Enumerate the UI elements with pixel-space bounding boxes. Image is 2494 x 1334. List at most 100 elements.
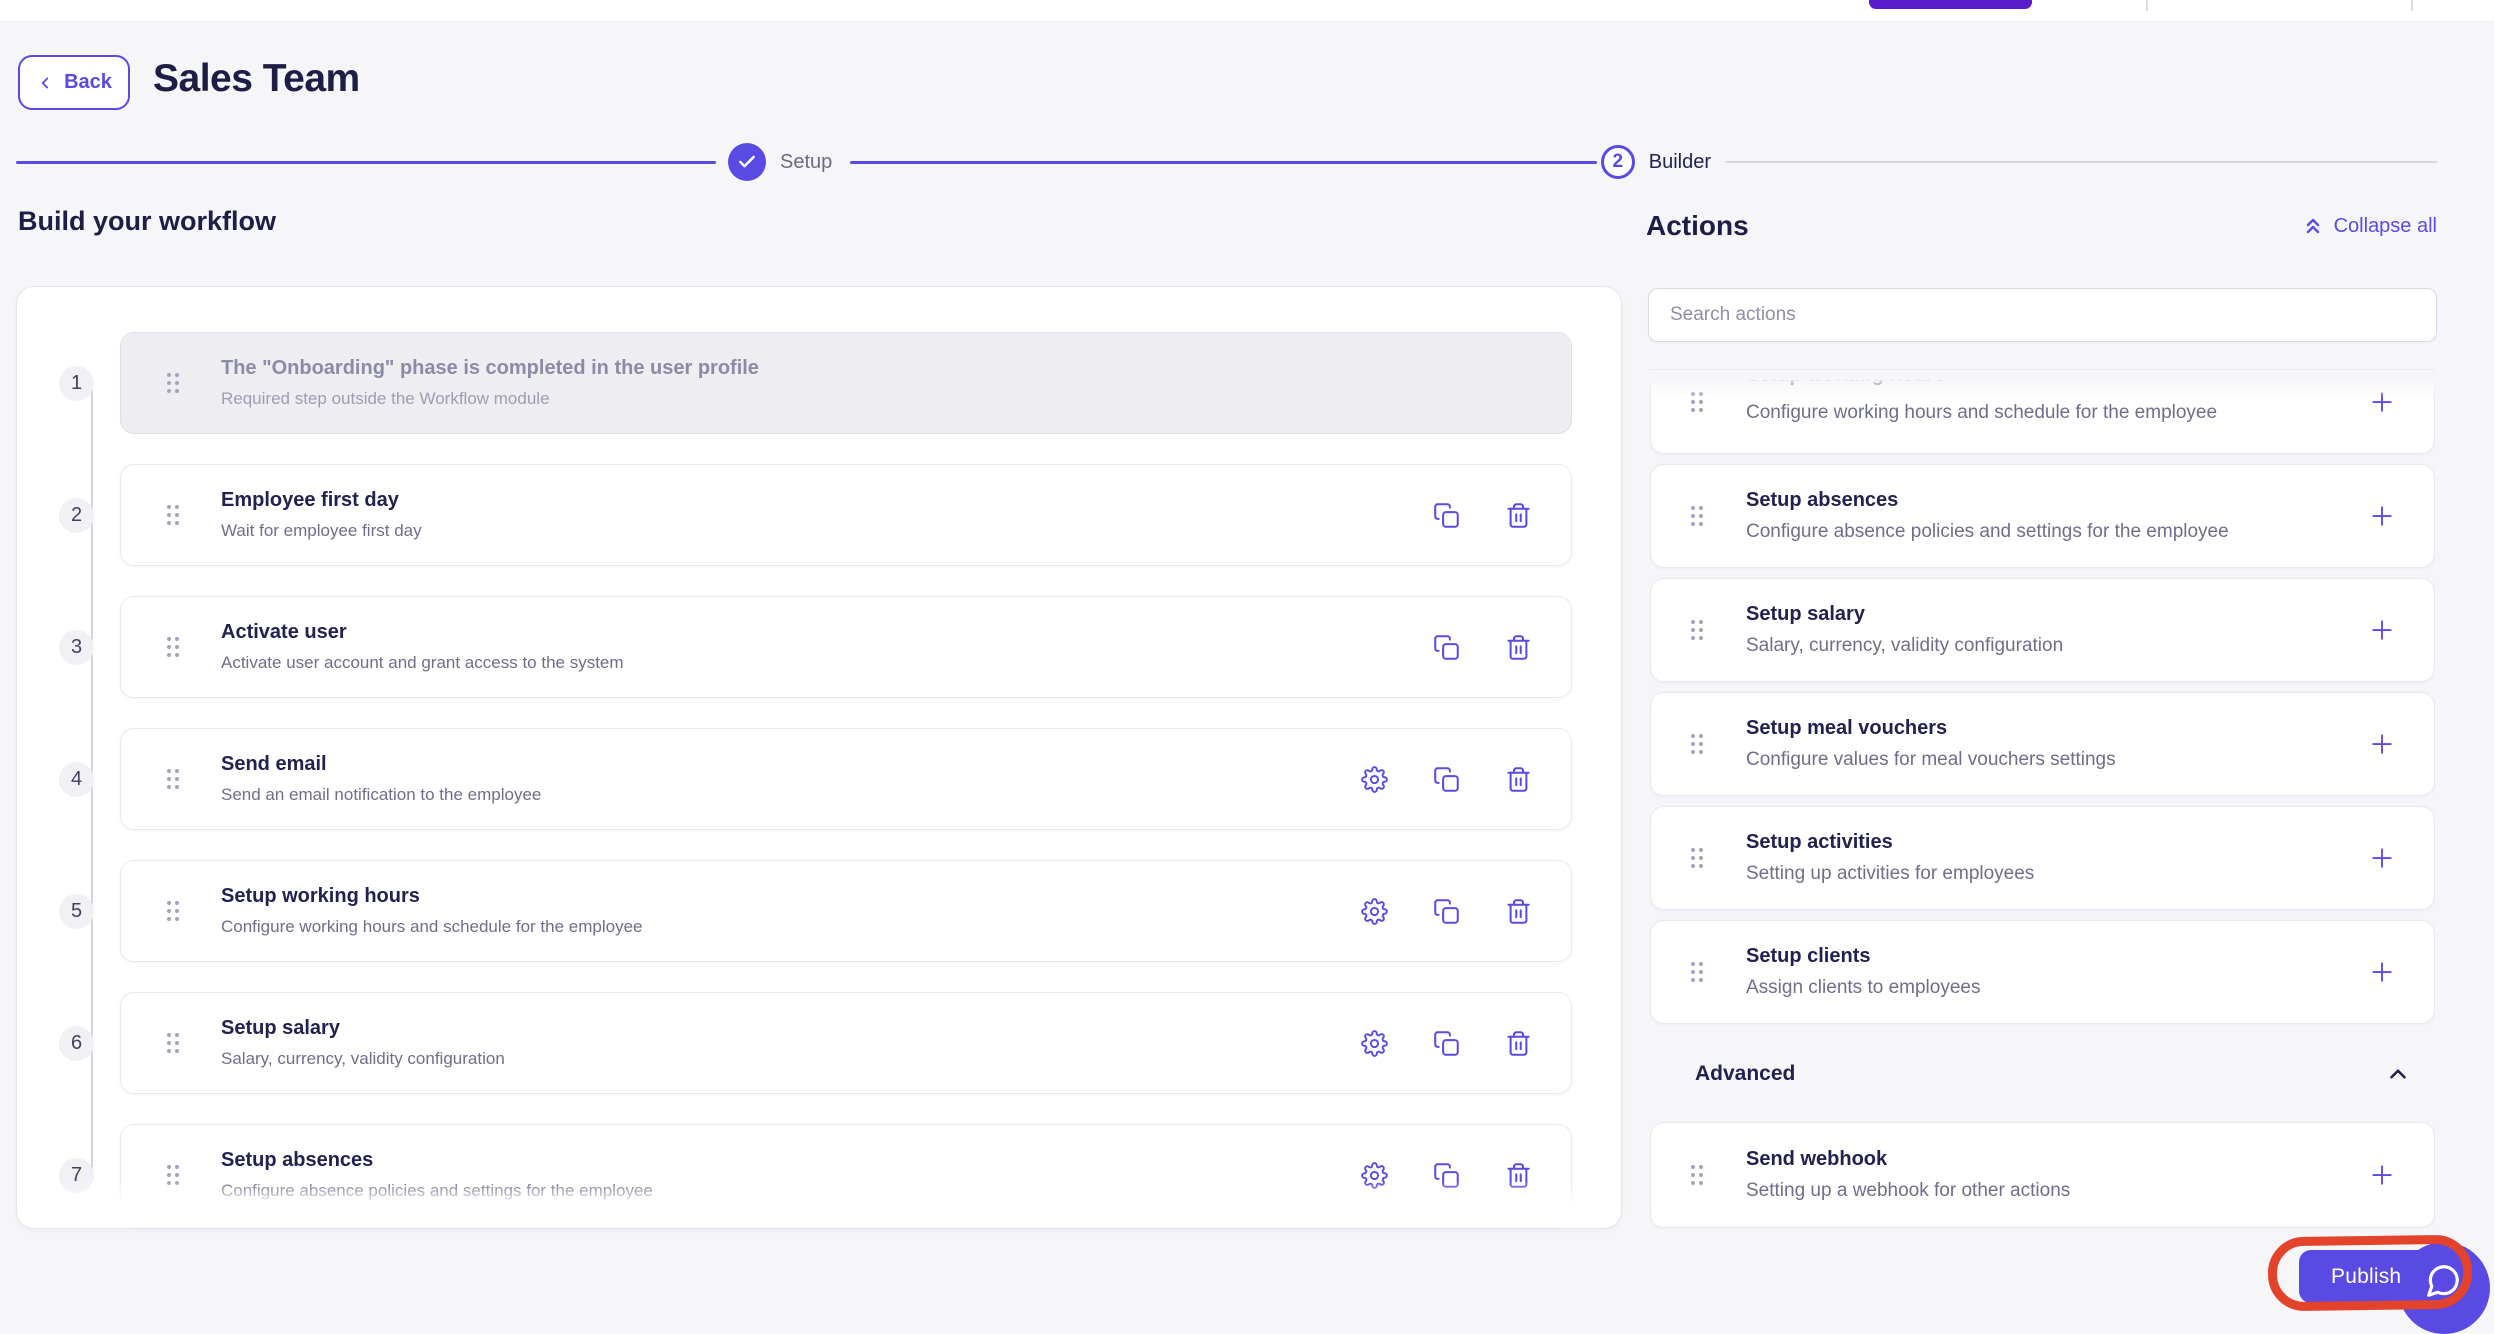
step-builder-circle[interactable]: 2 [1600, 145, 1635, 179]
step-number: 7 [59, 1157, 94, 1193]
plus-icon [2367, 1160, 2397, 1190]
action-description: Configure values for meal vouchers setti… [1746, 749, 2116, 770]
add-action-button[interactable] [2366, 842, 2398, 874]
workflow-card-setup-salary[interactable]: Setup salary Salary, currency, validity … [120, 992, 1572, 1094]
step-title: Setup salary [221, 1017, 340, 1039]
action-title: Send webhook [1746, 1148, 1888, 1170]
copy-icon [1433, 766, 1460, 793]
drag-handle-icon [167, 373, 179, 393]
add-action-button[interactable] [2366, 728, 2398, 760]
workflow-step-row: 3 Activate user Activate user account an… [59, 596, 1572, 698]
configure-step-button[interactable] [1360, 897, 1388, 925]
browser-top-strip [0, 0, 2494, 22]
step-setup-check-circle[interactable] [728, 143, 766, 181]
page-title: Sales Team [153, 57, 360, 100]
message-bubble-icon[interactable] [2424, 1262, 2462, 1300]
step-description: Required step outside the Workflow modul… [221, 389, 550, 408]
delete-step-button[interactable] [1504, 633, 1532, 661]
drag-handle-icon[interactable] [167, 1033, 179, 1053]
action-card-setup-meal-vouchers[interactable]: Setup meal vouchers Configure values for… [1650, 692, 2435, 796]
copy-icon [1433, 898, 1460, 925]
plus-icon [2367, 729, 2397, 759]
copy-icon [1433, 1030, 1460, 1057]
drag-handle-icon[interactable] [167, 1165, 179, 1185]
drag-handle-icon[interactable] [1691, 506, 1703, 526]
chevron-left-icon [36, 74, 54, 92]
drag-handle-icon[interactable] [1691, 962, 1703, 982]
duplicate-step-button[interactable] [1432, 765, 1460, 793]
duplicate-step-button[interactable] [1432, 1029, 1460, 1057]
action-title: Setup working hours [1746, 380, 2217, 387]
duplicate-step-button[interactable] [1432, 897, 1460, 925]
drag-handle-icon[interactable] [1691, 734, 1703, 754]
configure-step-button[interactable] [1360, 1161, 1388, 1189]
workflow-card-employee-first-day[interactable]: Employee first day Wait for employee fir… [120, 464, 1572, 566]
step-description: Wait for employee first day [221, 521, 422, 540]
drag-handle-icon[interactable] [167, 901, 179, 921]
duplicate-step-button[interactable] [1432, 1161, 1460, 1189]
advanced-section-header[interactable]: Advanced [1650, 1052, 2435, 1096]
collapse-all-button[interactable]: Collapse all [2301, 214, 2437, 238]
delete-step-button[interactable] [1504, 1161, 1532, 1189]
drag-handle-icon[interactable] [167, 505, 179, 525]
chevron-up-icon[interactable] [2385, 1061, 2411, 1087]
tab-separator [2146, 0, 2148, 11]
plus-icon [2367, 387, 2397, 417]
drag-handle-icon[interactable] [167, 637, 179, 657]
delete-step-button[interactable] [1504, 897, 1532, 925]
action-description: Salary, currency, validity configuration [1746, 635, 2064, 656]
action-card-send-webhook[interactable]: Send webhook Setting up a webhook for ot… [1650, 1122, 2435, 1228]
delete-step-button[interactable] [1504, 501, 1532, 529]
tab-separator [2411, 0, 2413, 11]
configure-step-button[interactable] [1360, 765, 1388, 793]
trash-icon [1505, 898, 1532, 925]
copy-icon [1433, 1162, 1460, 1189]
back-button[interactable]: Back [18, 55, 130, 110]
action-description: Configure working hours and schedule for… [1746, 402, 2218, 423]
actions-heading: Actions [1646, 210, 1749, 241]
workflow-card-send-email[interactable]: Send email Send an email notification to… [120, 728, 1572, 830]
add-action-button[interactable] [2366, 956, 2398, 988]
step-description: Configure working hours and schedule for… [221, 917, 643, 936]
step-number: 1 [59, 365, 94, 401]
workflow-step-row: 5 Setup working hours Configure working … [59, 860, 1572, 962]
action-card-setup-absences[interactable]: Setup absences Configure absence policie… [1650, 464, 2435, 568]
configure-step-button[interactable] [1360, 1029, 1388, 1057]
search-actions-input[interactable] [1649, 289, 2436, 341]
drag-handle-icon[interactable] [1691, 1165, 1703, 1185]
workflow-step-row: 2 Employee first day Wait for employee f… [59, 464, 1572, 566]
step-builder-label[interactable]: Builder [1649, 151, 1711, 174]
chevrons-up-icon [2301, 214, 2325, 238]
action-description: Configure absence policies and settings … [1746, 521, 2229, 542]
step-number: 2 [59, 497, 94, 533]
drag-handle-icon[interactable] [167, 769, 179, 789]
workflow-card-setup-absences[interactable]: Setup absences Configure absence policie… [120, 1124, 1572, 1226]
drag-handle-icon[interactable] [1691, 392, 1703, 412]
action-description: Assign clients to employees [1746, 977, 1981, 998]
workflow-step-row: 1 The "Onboarding" phase is completed in… [59, 332, 1572, 434]
step-title: Setup working hours [221, 885, 420, 907]
delete-step-button[interactable] [1504, 765, 1532, 793]
search-actions-box [1648, 288, 2437, 342]
workflow-card-activate-user[interactable]: Activate user Activate user account and … [120, 596, 1572, 698]
add-action-button[interactable] [2366, 614, 2398, 646]
duplicate-step-button[interactable] [1432, 501, 1460, 529]
action-card-setup-salary[interactable]: Setup salary Salary, currency, validity … [1650, 578, 2435, 682]
add-action-button[interactable] [2366, 386, 2398, 418]
duplicate-step-button[interactable] [1432, 633, 1460, 661]
add-action-button[interactable] [2366, 500, 2398, 532]
drag-handle-icon[interactable] [1691, 848, 1703, 868]
advanced-label: Advanced [1695, 1062, 1796, 1085]
build-workflow-heading: Build your workflow [18, 206, 277, 236]
action-card-setup-activities[interactable]: Setup activities Setting up activities f… [1650, 806, 2435, 910]
action-card-setup-clients[interactable]: Setup clients Assign clients to employee… [1650, 920, 2435, 1024]
action-card-setup-working-hours[interactable]: Setup working hours Configure working ho… [1650, 370, 2435, 454]
workflow-card-setup-working-hours[interactable]: Setup working hours Configure working ho… [120, 860, 1572, 962]
delete-step-button[interactable] [1504, 1029, 1532, 1057]
action-title: Setup clients [1746, 945, 1871, 967]
plus-icon [2367, 501, 2397, 531]
add-action-button[interactable] [2366, 1159, 2398, 1191]
step-setup-label[interactable]: Setup [780, 151, 832, 174]
drag-handle-icon[interactable] [1691, 620, 1703, 640]
step-number: 6 [59, 1025, 94, 1061]
